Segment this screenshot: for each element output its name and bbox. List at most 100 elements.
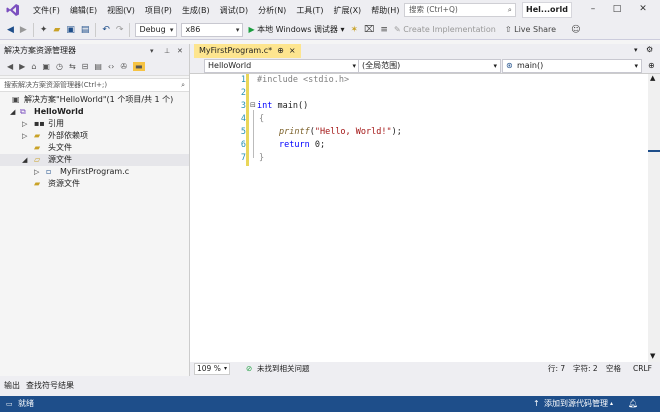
member-dropdown[interactable]: ⊛ main() ▾ xyxy=(502,59,642,73)
function-call: printf xyxy=(279,127,310,137)
tree-node-header-files[interactable]: ▰ 头文件 xyxy=(0,142,189,154)
tree-node-solution[interactable]: ▣ 解决方案"HelloWorld"(1 个项目/共 1 个) xyxy=(0,94,189,106)
add-to-source-control-button[interactable]: 添加到源代码管理 xyxy=(544,396,608,412)
back-icon[interactable]: ◀ xyxy=(7,25,14,35)
line-number: 6 xyxy=(240,140,246,150)
undo-icon[interactable]: ↶ xyxy=(102,25,110,35)
create-implementation-button[interactable]: ✎ Create Implementation xyxy=(394,25,496,34)
tree-node-source-files[interactable]: ◢ ▱ 源文件 xyxy=(0,154,189,166)
open-icon[interactable]: ▰ xyxy=(53,25,60,35)
column-indicator[interactable]: 字符: 2 xyxy=(573,362,598,376)
scope-dropdown[interactable]: (全局范围) ▾ xyxy=(358,59,501,73)
save-icon[interactable]: ▣ xyxy=(66,25,75,35)
solution-search-input[interactable]: 搜索解决方案资源管理器(Ctrl+;) ⌕ xyxy=(0,78,189,92)
tab-label: MyFirstProgram.c* xyxy=(199,46,273,55)
tree-label: HelloWorld xyxy=(34,107,84,116)
sync-icon[interactable]: ⇆ xyxy=(69,62,76,71)
line-number: 4 xyxy=(240,114,246,124)
indent-icon[interactable]: ≡ xyxy=(380,25,388,35)
tab-find-symbol-results[interactable]: 查找符号结果 xyxy=(26,380,74,391)
chevron-down-icon: ▾ xyxy=(352,62,356,70)
code-icon[interactable]: ‹› xyxy=(108,62,114,71)
preview-icon[interactable]: ▬ xyxy=(133,62,145,71)
redo-icon[interactable]: ↷ xyxy=(116,25,124,35)
whitespace-indicator[interactable]: 空格 xyxy=(606,362,621,376)
create-implementation-label: Create Implementation xyxy=(403,25,496,34)
wrench-icon[interactable]: ✇ xyxy=(120,62,127,71)
menu-debug[interactable]: 调试(D) xyxy=(215,5,253,16)
brace: } xyxy=(259,153,265,163)
live-share-button[interactable]: ⇧ Live Share xyxy=(505,25,556,34)
project-icon: ⧉ xyxy=(20,107,26,116)
split-icon[interactable]: ⊕ xyxy=(648,61,655,70)
forward-icon[interactable]: ▶ xyxy=(20,25,27,35)
folder-icon: ▰ xyxy=(34,131,41,140)
editor-status-line: 109 % ▾ ⊘ 未找到相关问题 行: 7 字符: 2 空格 CRLF xyxy=(190,362,660,376)
menu-file[interactable]: 文件(F) xyxy=(28,5,65,16)
string-literal: "Hello, World!" xyxy=(314,127,392,137)
minimize-icon[interactable]: – xyxy=(586,2,600,16)
project-dropdown[interactable]: HelloWorld ▾ xyxy=(204,59,360,73)
zoom-dropdown[interactable]: 109 % ▾ xyxy=(194,363,230,375)
line-indicator[interactable]: 行: 7 xyxy=(548,362,565,376)
attach-icon[interactable]: ✶ xyxy=(351,25,359,35)
search-icon: ⌕ xyxy=(507,5,512,14)
tab-list-dropdown-icon[interactable]: ▾ xyxy=(634,46,638,54)
pin-tab-icon[interactable]: ⊕ xyxy=(277,44,284,58)
code-editor[interactable]: 1 2 3 4 5 6 7 ⊟ #include <stdio.h> int m… xyxy=(190,74,648,362)
collapse-outline-icon[interactable]: ⊟ xyxy=(250,101,256,109)
save-all-icon[interactable]: ▤ xyxy=(81,25,90,35)
menu-analyze[interactable]: 分析(N) xyxy=(253,5,291,16)
switch-views-icon[interactable]: ▣ xyxy=(42,62,50,71)
issues-text[interactable]: 未找到相关问题 xyxy=(257,362,310,376)
show-all-icon[interactable]: ▤ xyxy=(94,62,102,71)
collapse-icon[interactable]: ⊟ xyxy=(82,62,89,71)
close-icon[interactable]: ✕ xyxy=(177,44,183,58)
tree-node-references[interactable]: ▷ ▪▪ 引用 xyxy=(0,118,189,130)
dropdown-icon[interactable]: ▾ xyxy=(150,44,154,58)
eol-indicator[interactable]: CRLF xyxy=(633,362,652,376)
close-tab-icon[interactable]: × xyxy=(289,44,296,58)
settings-icon[interactable]: ⚙ xyxy=(646,45,653,54)
run-button[interactable]: ▶ 本地 Windows 调试器 ▾ xyxy=(248,24,344,35)
tree-label: 引用 xyxy=(48,119,64,128)
feedback-icon[interactable]: ☺ xyxy=(571,25,580,35)
tree-node-external-deps[interactable]: ▷ ▰ 外部依赖项 xyxy=(0,130,189,142)
close-icon[interactable]: ✕ xyxy=(636,2,650,16)
platform-dropdown[interactable]: x86 ▾ xyxy=(181,22,244,37)
tree-node-resource-files[interactable]: ▰ 资源文件 xyxy=(0,178,189,190)
project-value: HelloWorld xyxy=(208,61,252,70)
code-text: ); xyxy=(391,127,402,137)
menu-project[interactable]: 项目(P) xyxy=(140,5,177,16)
vertical-scrollbar[interactable]: ▲ ▼ xyxy=(648,74,660,362)
forward-icon[interactable]: ▶ xyxy=(19,62,25,71)
chevron-down-icon: ▾ xyxy=(340,25,345,34)
menu-view[interactable]: 视图(V) xyxy=(102,5,140,16)
menu-help[interactable]: 帮助(H) xyxy=(366,5,404,16)
scroll-down-icon[interactable]: ▼ xyxy=(650,352,655,360)
home-icon[interactable]: ⌂ xyxy=(31,62,36,71)
tab-myfirstprogram[interactable]: MyFirstProgram.c* ⊕ × xyxy=(194,44,301,58)
tree-label: 源文件 xyxy=(48,155,72,164)
code-line-3: int main() xyxy=(257,101,308,111)
scroll-up-icon[interactable]: ▲ xyxy=(650,74,655,82)
maximize-icon[interactable]: □ xyxy=(610,2,624,16)
menu-extensions[interactable]: 扩展(X) xyxy=(328,5,366,16)
chevron-up-icon: ▴ xyxy=(610,400,614,407)
pin-icon[interactable]: ⊥ xyxy=(164,44,170,58)
live-share-label: Live Share xyxy=(514,25,557,34)
config-dropdown[interactable]: Debug ▾ xyxy=(135,22,178,37)
notifications-icon[interactable]: 🔔︎ xyxy=(628,396,638,412)
back-icon[interactable]: ◀ xyxy=(7,62,13,71)
menu-tools[interactable]: 工具(T) xyxy=(291,5,328,16)
new-item-icon[interactable]: ✦ xyxy=(40,25,48,35)
tree-node-project[interactable]: ◢ ⧉ HelloWorld xyxy=(0,106,189,118)
history-icon[interactable]: ◷ xyxy=(56,62,63,71)
tab-output[interactable]: 输出 xyxy=(4,380,20,391)
search-input[interactable]: 搜索 (Ctrl+Q) ⌕ xyxy=(404,3,516,17)
menu-edit[interactable]: 编辑(E) xyxy=(65,5,102,16)
tree-node-source-file[interactable]: ▷ ▫ MyFirstProgram.c xyxy=(0,166,189,178)
menu-build[interactable]: 生成(B) xyxy=(177,5,215,16)
screenshot-icon[interactable]: ⌧ xyxy=(364,25,374,35)
status-bar: ▭ 就绪 ↑ 添加到源代码管理 ▴ 🔔︎ xyxy=(0,396,660,412)
